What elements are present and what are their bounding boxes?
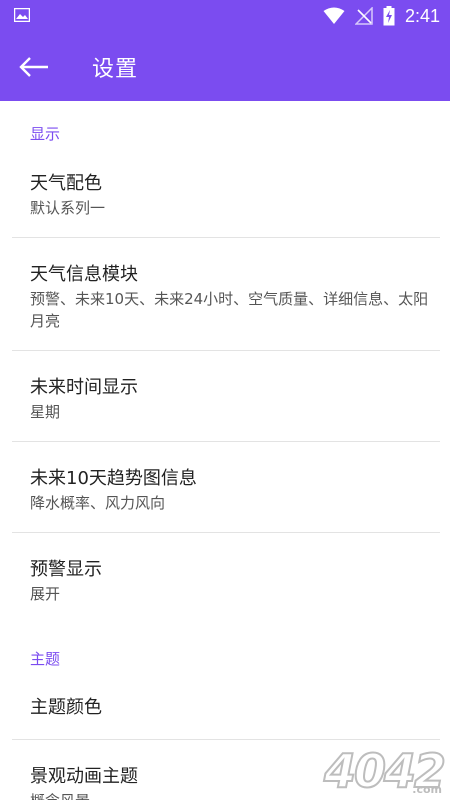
setting-theme-color[interactable]: 主题颜色 (12, 673, 440, 739)
setting-subtitle: 默认系列一 (30, 199, 106, 217)
wifi-icon (323, 7, 345, 24)
setting-future-time[interactable]: 未来时间显示 星期 (12, 351, 440, 441)
setting-title: 景观动画主题 (30, 766, 138, 787)
no-signal-icon (354, 7, 373, 25)
setting-subtitle: 展开 (30, 585, 61, 603)
status-bar: 2:41 (0, 0, 450, 33)
battery-charging-icon (383, 6, 395, 26)
setting-trend-chart-info[interactable]: 未来10天趋势图信息 降水概率、风力风向 (12, 442, 440, 532)
setting-title: 主题颜色 (30, 697, 102, 718)
back-button[interactable] (14, 47, 54, 87)
setting-alert-display[interactable]: 预警显示 展开 (12, 533, 440, 623)
image-icon (14, 8, 30, 22)
setting-subtitle: 降水概率、风力风向 (30, 494, 166, 512)
setting-title: 天气配色 (30, 173, 102, 194)
page-title: 设置 (92, 57, 139, 82)
section-header-theme: 主题 (30, 650, 61, 668)
setting-subtitle: 星期 (30, 403, 61, 421)
settings-list: 显示 天气配色 默认系列一 天气信息模块 预警、未来10天、未来24小时、空气质… (0, 101, 450, 800)
section-header-display: 显示 (30, 125, 61, 143)
setting-weather-color[interactable]: 天气配色 默认系列一 (12, 147, 440, 237)
setting-title: 天气信息模块 (30, 264, 138, 285)
app-bar: 设置 (0, 33, 450, 101)
status-time: 2:41 (404, 6, 440, 26)
watermark-suffix: .com (412, 783, 442, 796)
setting-weather-modules[interactable]: 天气信息模块 预警、未来10天、未来24小时、空气质量、详细信息、太阳月亮 (12, 238, 440, 350)
setting-title: 未来10天趋势图信息 (30, 468, 197, 489)
status-icons: 2:41 (323, 6, 440, 26)
setting-title: 未来时间显示 (30, 377, 138, 398)
arrow-left-icon (19, 57, 48, 77)
setting-subtitle: 预警、未来10天、未来24小时、空气质量、详细信息、太阳月亮 (30, 290, 429, 330)
setting-title: 预警显示 (30, 559, 102, 580)
